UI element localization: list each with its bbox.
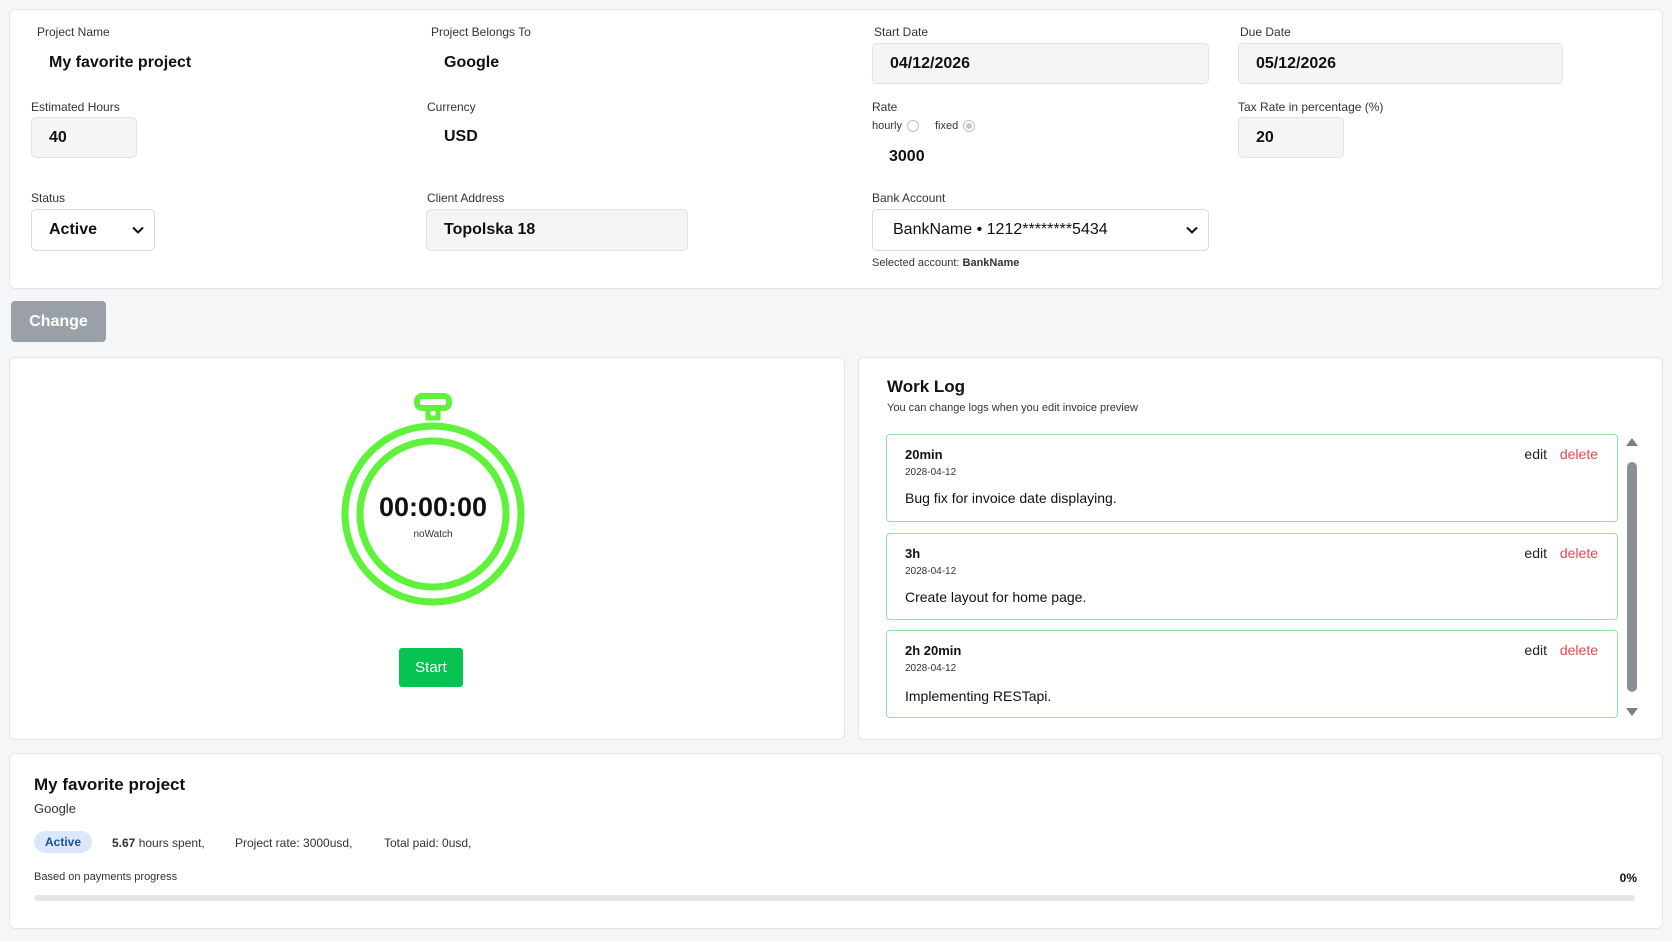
start-date-value: 04/12/2026 [890, 54, 971, 72]
log-duration: 20min [905, 447, 943, 462]
start-date-label: Start Date [874, 25, 929, 39]
selected-account-name: BankName [962, 257, 1020, 269]
stopwatch-subtitle: noWatch [413, 529, 453, 540]
log-edit-link[interactable]: edit [1524, 446, 1547, 462]
log-description: Implementing RESTapi. [905, 688, 1052, 704]
scroll-down-arrow-icon[interactable] [1624, 706, 1640, 718]
progress-percentage: 0% [1619, 871, 1637, 885]
chevron-down-icon [1186, 226, 1198, 234]
change-button[interactable]: Change [11, 301, 106, 342]
log-date: 2028-04-12 [905, 566, 957, 577]
log-date: 2028-04-12 [905, 467, 957, 478]
progress-bar-track [34, 895, 1635, 901]
scroll-up-arrow-icon[interactable] [1624, 436, 1640, 448]
log-description: Bug fix for invoice date displaying. [905, 490, 1117, 506]
total-paid-stat: Total paid: 0usd, [384, 836, 472, 850]
tax-rate-value: 20 [1256, 128, 1274, 146]
progress-label: Based on payments progress [34, 871, 178, 883]
log-entry: 20min 2028-04-12 Bug fix for invoice dat… [886, 434, 1618, 522]
client-address-label: Client Address [427, 191, 505, 205]
status-badge: Active [34, 831, 93, 853]
log-duration: 2h 20min [905, 643, 962, 658]
stopwatch-time: 00:00:00 [378, 492, 488, 522]
status-label: Status [31, 191, 66, 205]
rate-hourly-label: hourly [872, 120, 902, 132]
summary-title: My favorite project [34, 775, 186, 794]
client-address-value: Topolska 18 [444, 221, 536, 238]
tax-rate-input[interactable]: 20 [1238, 117, 1344, 158]
selected-account-prefix: Selected account: [872, 257, 960, 269]
due-date-value: 05/12/2026 [1256, 54, 1337, 72]
work-log-title: Work Log [887, 377, 966, 396]
bank-account-select-value: BankName • 1212********5434 [893, 221, 1108, 238]
log-date: 2028-04-12 [905, 663, 957, 674]
currency-label: Currency [427, 100, 476, 114]
estimated-hours-value: 40 [49, 128, 67, 146]
log-delete-link[interactable]: delete [1560, 446, 1598, 462]
project-name-label: Project Name [37, 25, 110, 39]
project-belongs-to-value: Google [444, 54, 500, 71]
hours-spent-value: 5.67 [112, 836, 136, 850]
rate-label: Rate [872, 100, 898, 114]
log-edit-link[interactable]: edit [1524, 545, 1547, 561]
estimated-hours-label: Estimated Hours [31, 100, 120, 114]
summary-client: Google [34, 801, 76, 816]
estimated-hours-input[interactable]: 40 [31, 117, 137, 158]
scrollbar-thumb[interactable] [1627, 462, 1637, 692]
work-log-scrollbar[interactable] [1624, 436, 1640, 720]
log-duration: 3h [905, 546, 921, 561]
tax-rate-label: Tax Rate in percentage (%) [1238, 100, 1384, 114]
rate-fixed-label: fixed [934, 120, 959, 132]
project-name-value: My favorite project [49, 54, 192, 71]
project-form-card: Project Name My favorite project Project… [9, 9, 1663, 289]
log-delete-link[interactable]: delete [1560, 642, 1598, 658]
work-log-subtitle: You can change logs when you edit invoic… [887, 402, 1138, 414]
currency-value: USD [444, 128, 478, 145]
log-edit-link[interactable]: edit [1524, 642, 1547, 658]
project-rate-stat: Project rate: 3000usd, [235, 836, 353, 850]
hours-spent-stat: 5.67 hours spent, [112, 836, 205, 850]
due-date-label: Due Date [1240, 25, 1291, 39]
hours-spent-suffix: hours spent, [138, 836, 205, 850]
project-belongs-to-label: Project Belongs To [431, 25, 531, 39]
start-date-input[interactable]: 04/12/2026 [872, 43, 1209, 84]
rate-value[interactable]: 3000 [889, 148, 925, 166]
log-entry: 2h 20min 2028-04-12 Implementing RESTapi… [886, 630, 1618, 718]
log-delete-link[interactable]: delete [1560, 545, 1598, 561]
due-date-input[interactable]: 05/12/2026 [1238, 43, 1563, 84]
bank-account-select[interactable]: BankName • 1212********5434 [872, 209, 1209, 251]
log-entry: 3h 2028-04-12 Create layout for home pag… [886, 533, 1618, 620]
rate-type-radios: hourly fixed [872, 120, 991, 132]
chevron-down-icon [132, 226, 144, 234]
client-address-input[interactable]: Topolska 18 [426, 209, 688, 251]
status-select-value: Active [49, 221, 98, 238]
selected-account-note: Selected account: BankName [872, 257, 1019, 269]
status-select[interactable]: Active [31, 209, 155, 251]
rate-fixed-radio[interactable] [963, 120, 976, 132]
rate-hourly-radio[interactable] [906, 120, 919, 132]
log-description: Create layout for home page. [905, 589, 1087, 605]
bank-account-label: Bank Account [872, 191, 946, 205]
start-button[interactable]: Start [399, 648, 463, 687]
